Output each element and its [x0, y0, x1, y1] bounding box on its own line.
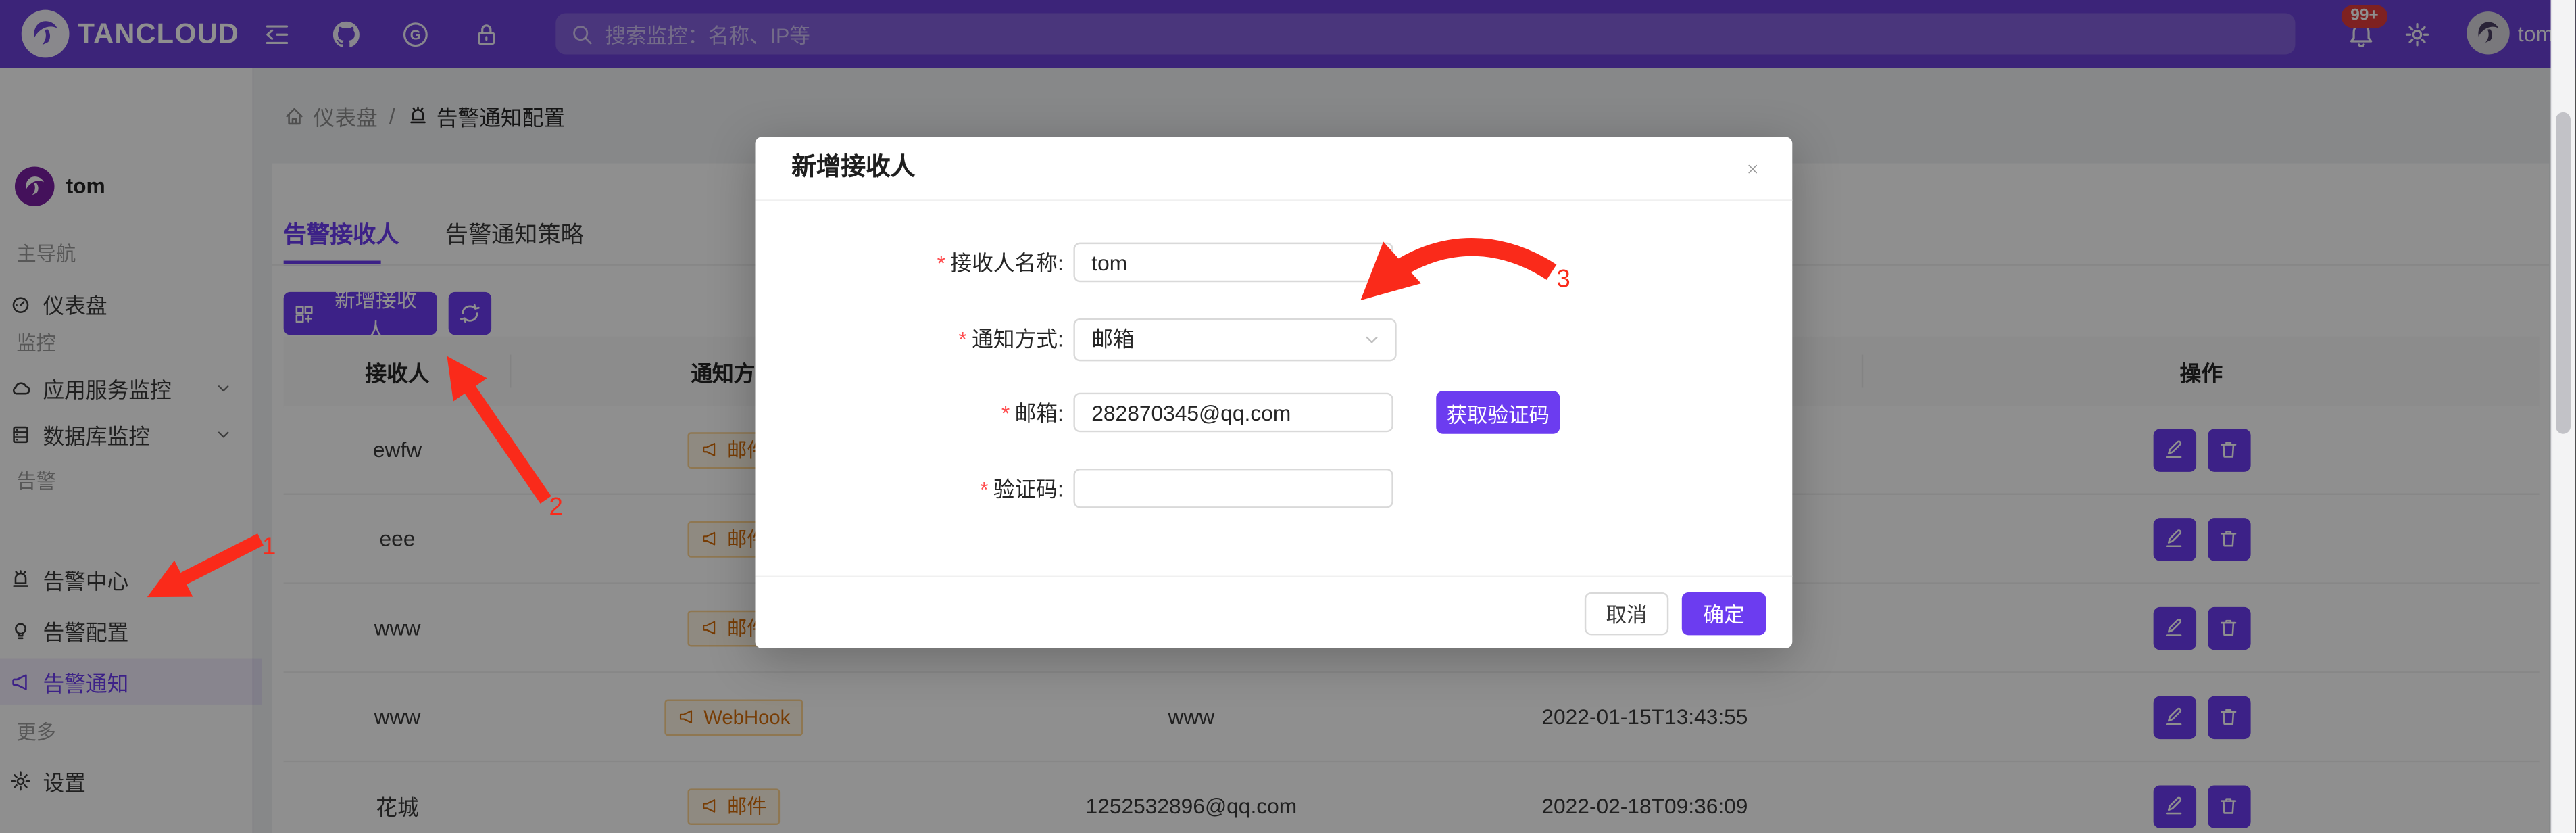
- get-verification-code-button[interactable]: 获取验证码: [1436, 391, 1560, 433]
- receiver-name-input[interactable]: [1073, 243, 1393, 283]
- notice-method-select[interactable]: 邮箱: [1073, 318, 1396, 361]
- form-row-name: *接收人名称:: [756, 243, 1793, 285]
- field-label: 通知方式:: [972, 327, 1064, 352]
- required-asterisk: *: [958, 327, 966, 352]
- chevron-down-icon: [1362, 330, 1381, 350]
- scrollbar-thumb[interactable]: [2556, 112, 2571, 434]
- modal-header-divider: [756, 199, 1793, 201]
- modal-footer: 取消 确定: [756, 576, 1793, 648]
- verification-code-input[interactable]: [1073, 469, 1393, 508]
- field-label: 接收人名称:: [950, 251, 1063, 276]
- required-asterisk: *: [980, 477, 988, 502]
- modal-title: 新增接收人: [791, 137, 915, 200]
- required-asterisk: *: [1001, 401, 1010, 426]
- ok-button[interactable]: 确定: [1682, 592, 1766, 634]
- select-value: 邮箱: [1091, 320, 1134, 360]
- form-row-email: *邮箱: 获取验证码: [756, 393, 1793, 435]
- app-window: TANCLOUD G 99+ tom tom 主导航 仪表盘 监控 应: [0, 0, 2575, 833]
- email-input[interactable]: [1073, 393, 1393, 433]
- close-icon[interactable]: [1736, 151, 1769, 185]
- form-row-method: *通知方式: 邮箱: [756, 318, 1793, 361]
- form-row-code: *验证码:: [756, 469, 1793, 511]
- page-scrollbar[interactable]: [2551, 0, 2576, 833]
- field-label: 验证码:: [993, 477, 1064, 502]
- required-asterisk: *: [937, 251, 945, 276]
- field-label: 邮箱:: [1015, 401, 1064, 426]
- add-receiver-modal: 新增接收人 *接收人名称: *通知方式: 邮箱 *邮箱: 获取验证码 *验证码:…: [756, 137, 1793, 648]
- cancel-button[interactable]: 取消: [1585, 592, 1668, 634]
